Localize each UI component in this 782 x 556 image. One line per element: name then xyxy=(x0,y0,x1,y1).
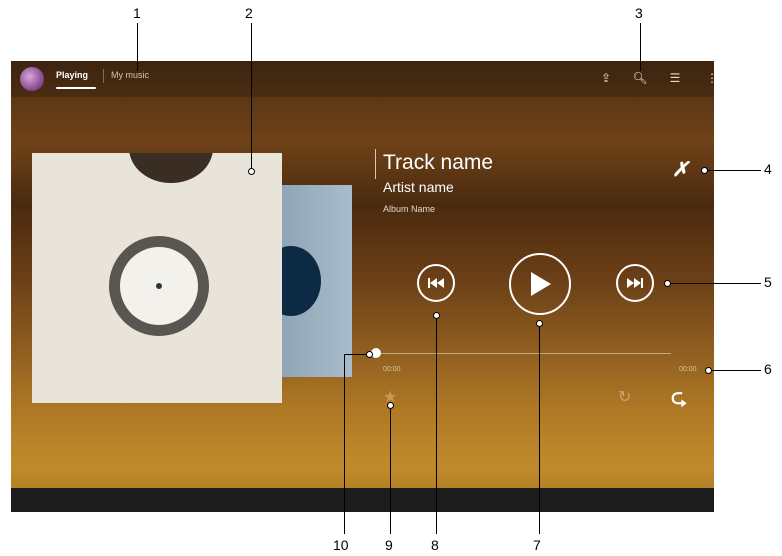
walkman-app-icon[interactable] xyxy=(20,67,44,91)
callout-4: 4 xyxy=(764,161,772,177)
tab-my-music[interactable]: My music xyxy=(111,70,149,80)
callout-2: 2 xyxy=(245,5,253,21)
search-icon[interactable]: 🔍︎ xyxy=(631,69,649,87)
system-nav-bar xyxy=(11,488,714,512)
progress-bar[interactable] xyxy=(381,353,671,354)
callout-line-1 xyxy=(137,23,138,71)
callout-point-4 xyxy=(701,167,708,174)
vinyl-center xyxy=(156,283,162,289)
top-action-bar: Playing My music ⇪ 🔍︎ ☰ ⋮ xyxy=(11,61,714,97)
tab-separator xyxy=(103,69,104,83)
callout-10: 10 xyxy=(333,537,349,553)
callout-line-7 xyxy=(539,324,540,534)
overflow-menu-icon[interactable]: ⋮ xyxy=(703,69,714,87)
callout-line-8 xyxy=(436,316,437,534)
callout-point-10 xyxy=(366,351,373,358)
callout-line-10-vertical xyxy=(344,354,345,534)
callout-1: 1 xyxy=(133,5,141,21)
callout-point-5 xyxy=(664,280,671,287)
callout-line-9 xyxy=(390,406,391,534)
artist-name: Artist name xyxy=(383,179,454,195)
callout-9: 9 xyxy=(385,537,393,553)
callout-line-2 xyxy=(251,23,252,170)
album-art[interactable] xyxy=(32,153,282,403)
play-icon xyxy=(531,272,551,296)
callout-point-2 xyxy=(248,168,255,175)
callout-5: 5 xyxy=(764,274,772,290)
visualizer-icon[interactable]: ☰ xyxy=(666,69,684,87)
callout-line-6 xyxy=(709,370,761,371)
callout-line-4 xyxy=(705,170,761,171)
callout-7: 7 xyxy=(533,537,541,553)
vinyl-notch xyxy=(129,153,213,183)
callout-line-3 xyxy=(640,23,641,71)
callout-point-7 xyxy=(536,320,543,327)
next-track-icon xyxy=(627,278,643,288)
callout-6: 6 xyxy=(764,361,772,377)
shuffle-icon[interactable]: ✗ xyxy=(672,157,689,182)
track-divider xyxy=(375,149,376,179)
callout-3: 3 xyxy=(635,5,643,21)
play-button[interactable] xyxy=(509,253,571,315)
previous-track-icon xyxy=(428,278,444,288)
album-name: Album Name xyxy=(383,204,436,214)
previous-track-button[interactable] xyxy=(417,264,455,302)
elapsed-time: 00:00 xyxy=(383,366,401,373)
callout-point-8 xyxy=(433,312,440,319)
repeat-icon[interactable]: ⮎ xyxy=(671,383,687,417)
total-time: 00:00 xyxy=(679,366,697,373)
active-tab-indicator xyxy=(56,87,96,89)
music-player-screen: Playing My music ⇪ 🔍︎ ☰ ⋮ Track name Art… xyxy=(11,61,714,512)
callout-8: 8 xyxy=(431,537,439,553)
upload-icon[interactable]: ⇪ xyxy=(597,69,615,87)
callout-point-6 xyxy=(705,367,712,374)
repeat-alt-icon[interactable]: ↻ xyxy=(618,387,631,407)
next-track-button[interactable] xyxy=(616,264,654,302)
callout-line-5 xyxy=(668,283,761,284)
callout-point-9 xyxy=(387,402,394,409)
tab-playing[interactable]: Playing xyxy=(56,70,88,80)
track-name: Track name xyxy=(383,151,494,174)
